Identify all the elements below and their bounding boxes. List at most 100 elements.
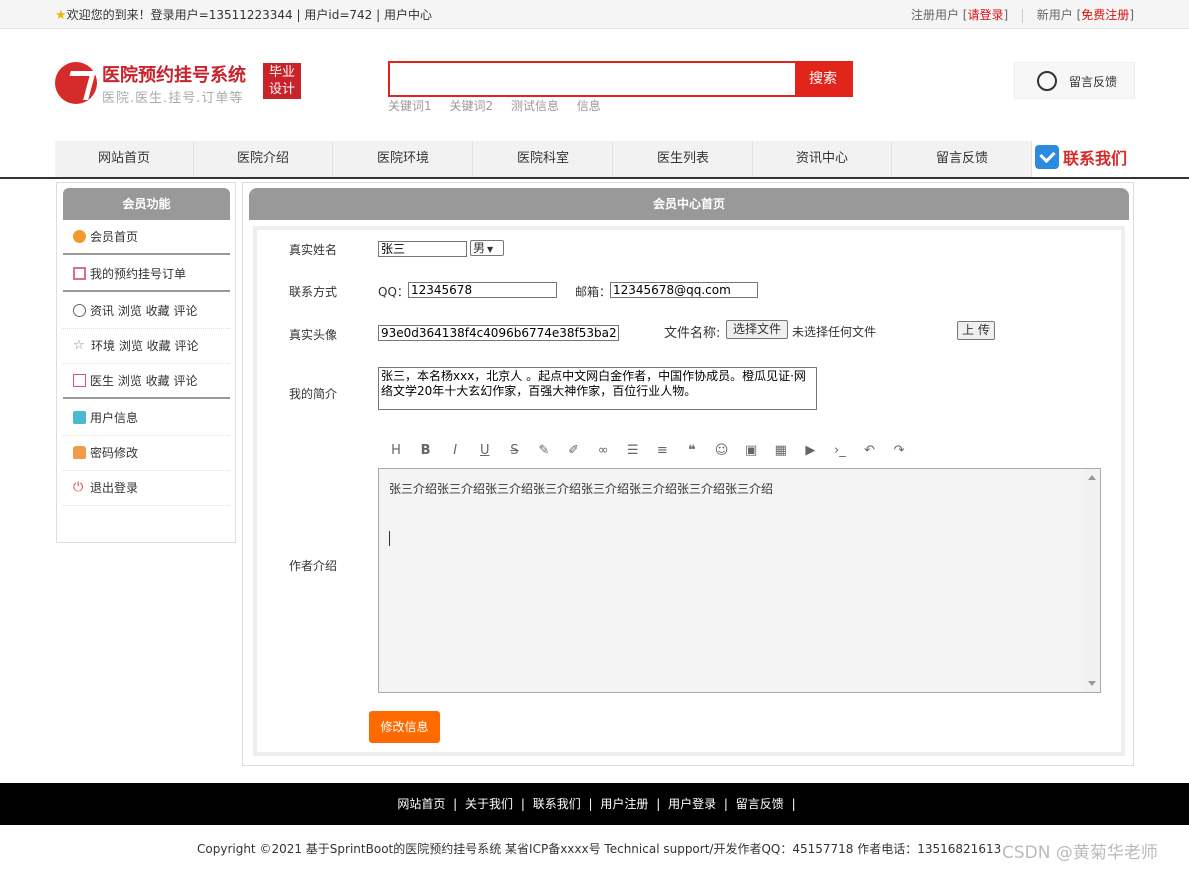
nav-item-news[interactable]: 资讯中心 bbox=[753, 141, 892, 177]
bold-icon[interactable]: B bbox=[417, 443, 435, 458]
feedback-button[interactable]: 留言反馈 bbox=[1014, 62, 1135, 99]
sidebar-item-change-password[interactable]: 密码修改 bbox=[63, 436, 230, 471]
member-sidebar: 会员功能 会员首页 我的预约挂号订单 资讯 浏览 收藏 评论 ☆ 环境 浏览 收藏… bbox=[56, 182, 236, 543]
headset-icon bbox=[1037, 71, 1057, 91]
footer-link-register[interactable]: 用户注册 bbox=[600, 797, 648, 811]
home-circle-icon bbox=[73, 230, 86, 243]
italic-icon[interactable]: I bbox=[446, 443, 464, 458]
register-user-label: 注册用户 [ bbox=[910, 8, 968, 22]
chevron-down-icon: ▼ bbox=[487, 245, 494, 254]
badge-line1: 毕业 bbox=[268, 65, 295, 80]
gender-select[interactable]: 男 ▼ bbox=[470, 240, 504, 256]
logo-title: 医院预约挂号系统 bbox=[102, 65, 246, 86]
brush-icon[interactable]: ✐ bbox=[565, 443, 583, 458]
sidebar-item-member-home[interactable]: 会员首页 bbox=[63, 220, 230, 255]
sidebar-item-news-activity[interactable]: 资讯 浏览 收藏 评论 bbox=[63, 294, 230, 329]
eraser-icon[interactable]: ✎ bbox=[535, 443, 553, 458]
keyword-link[interactable]: 信息 bbox=[577, 99, 601, 113]
sidebar-item-my-orders[interactable]: 我的预约挂号订单 bbox=[63, 257, 230, 292]
graduation-badge: 毕业 设计 bbox=[263, 63, 301, 99]
footer-link-about[interactable]: 关于我们 bbox=[465, 797, 513, 811]
panel-title: 会员中心首页 bbox=[249, 188, 1129, 220]
avatar-path-field[interactable]: 93e0d364138f4c4096b6774e38f53ba2.png bbox=[378, 325, 619, 341]
contact-us[interactable]: 联系我们 bbox=[1035, 145, 1127, 173]
keyword-link[interactable]: 关键词1 bbox=[388, 99, 432, 113]
editor-content: 张三介绍张三介绍张三介绍张三介绍张三介绍张三介绍张三介绍张三介绍 bbox=[389, 482, 774, 496]
heading-icon[interactable]: H bbox=[387, 443, 405, 458]
nav-item-hospital-environment[interactable]: 医院环境 bbox=[334, 141, 473, 177]
submit-button[interactable]: 修改信息 bbox=[369, 711, 440, 743]
footer-links: 网站首页 | 关于我们 | 联系我们 | 用户注册 | 用户登录 | 留言反馈 … bbox=[0, 783, 1189, 825]
author-intro-label: 作者介绍 bbox=[289, 559, 338, 573]
footer-link-home[interactable]: 网站首页 bbox=[397, 797, 445, 811]
qq-field[interactable]: 12345678 bbox=[408, 282, 557, 298]
nav-item-hospital-intro[interactable]: 医院介绍 bbox=[194, 141, 333, 177]
nav-item-departments[interactable]: 医院科室 bbox=[474, 141, 613, 177]
lock-icon bbox=[73, 446, 86, 459]
author-intro-editor[interactable]: 张三介绍张三介绍张三介绍张三介绍张三介绍张三介绍张三介绍张三介绍 bbox=[378, 468, 1101, 693]
emoji-icon[interactable]: ☺ bbox=[713, 443, 731, 458]
sidebar-title: 会员功能 bbox=[63, 188, 230, 220]
sidebar-item-user-info[interactable]: 用户信息 bbox=[63, 401, 230, 436]
logo-subtitle: 医院.医生.挂号.订单等 bbox=[102, 91, 244, 106]
sidebar-item-logout[interactable]: ⏻ 退出登录 bbox=[63, 471, 230, 506]
code-icon[interactable]: ›_ bbox=[831, 443, 849, 458]
watermark: CSDN @黄菊华老师 bbox=[1002, 843, 1158, 863]
quote-icon[interactable]: ❝ bbox=[683, 443, 701, 458]
upload-button[interactable]: 上 传 bbox=[957, 321, 995, 340]
footer-link-feedback[interactable]: 留言反馈 bbox=[736, 797, 784, 811]
bracket-close: ] bbox=[1129, 8, 1134, 22]
intro-textarea[interactable]: 张三，本名杨xxx，北京人 。起点中文网白金作者，中国作协成员。橙瓜见证·网络文… bbox=[378, 367, 817, 410]
nav-item-home[interactable]: 网站首页 bbox=[55, 141, 194, 177]
keyword-link[interactable]: 关键词2 bbox=[449, 99, 493, 113]
email-field[interactable]: 12345678@qq.com bbox=[610, 282, 758, 298]
search-input[interactable] bbox=[390, 63, 797, 95]
strikethrough-icon[interactable]: S bbox=[505, 443, 523, 458]
sidebar-item-environment-activity[interactable]: ☆ 环境 浏览 收藏 评论 bbox=[63, 329, 230, 364]
bracket-close: ] bbox=[1003, 8, 1009, 22]
undo-icon[interactable]: ↶ bbox=[861, 443, 879, 458]
redo-icon[interactable]: ↷ bbox=[890, 443, 908, 458]
logo-icon bbox=[55, 62, 97, 104]
order-icon bbox=[73, 267, 86, 280]
search-button[interactable]: 搜索 bbox=[795, 61, 851, 97]
sidebar-item-doctor-activity[interactable]: 医生 浏览 收藏 评论 bbox=[63, 364, 230, 399]
table-icon[interactable]: ▦ bbox=[772, 443, 790, 458]
keyword-link[interactable]: 测试信息 bbox=[511, 99, 559, 113]
underline-icon[interactable]: U bbox=[476, 443, 494, 458]
intro-label: 我的简介 bbox=[289, 387, 338, 401]
footer-link-contact[interactable]: 联系我们 bbox=[533, 797, 581, 811]
sidebar-item-label: 退出登录 bbox=[90, 481, 139, 495]
main-nav: 网站首页 医院介绍 医院环境 医院科室 医生列表 资讯中心 留言反馈 bbox=[55, 141, 1032, 177]
real-name-field[interactable]: 张三 bbox=[378, 241, 467, 257]
welcome-text[interactable]: 欢迎您的到来！登录用户=13511223344 | 用户id=742 | 用户中… bbox=[67, 8, 432, 22]
site-logo[interactable]: 医院预约挂号系统 医院.医生.挂号.订单等 毕业 设计 bbox=[55, 60, 305, 106]
nav-divider bbox=[0, 177, 1189, 179]
sidebar-item-label: 我的预约挂号订单 bbox=[90, 267, 187, 281]
sidebar-item-label: 会员首页 bbox=[90, 230, 139, 244]
free-register-link[interactable]: 免费注册 bbox=[1081, 8, 1129, 22]
footer-link-login[interactable]: 用户登录 bbox=[668, 797, 716, 811]
choose-file-button[interactable]: 选择文件 bbox=[726, 320, 788, 339]
sidebar-item-label: 环境 浏览 收藏 评论 bbox=[91, 339, 199, 353]
feedback-label: 留言反馈 bbox=[1069, 75, 1118, 89]
email-label: 邮箱： bbox=[575, 285, 612, 299]
editor-scrollbar[interactable] bbox=[1084, 469, 1100, 692]
divider bbox=[1021, 8, 1023, 23]
filename-label: 文件名称: bbox=[664, 326, 721, 341]
login-link[interactable]: 请登录 bbox=[967, 8, 1003, 22]
search-box: 搜索 bbox=[388, 61, 853, 97]
link-icon[interactable]: ∞ bbox=[594, 443, 612, 458]
editor-toolbar: H B I U S ✎ ✐ ∞ ☰ ≡ ❝ ☺ ▣ ▦ ▶ ›_ ↶ ↷ bbox=[387, 443, 920, 461]
image-icon[interactable]: ▣ bbox=[742, 443, 760, 458]
sidebar-item-label: 资讯 浏览 收藏 评论 bbox=[90, 304, 198, 318]
video-icon[interactable]: ▶ bbox=[801, 443, 819, 458]
edit-icon bbox=[73, 374, 86, 387]
scroll-down-icon[interactable] bbox=[1088, 681, 1096, 686]
scroll-up-icon[interactable] bbox=[1088, 475, 1096, 480]
clock-icon bbox=[73, 304, 86, 317]
unordered-list-icon[interactable]: ☰ bbox=[624, 443, 642, 458]
align-icon[interactable]: ≡ bbox=[653, 443, 671, 458]
nav-item-feedback[interactable]: 留言反馈 bbox=[893, 141, 1032, 177]
nav-item-doctors[interactable]: 医生列表 bbox=[614, 141, 753, 177]
